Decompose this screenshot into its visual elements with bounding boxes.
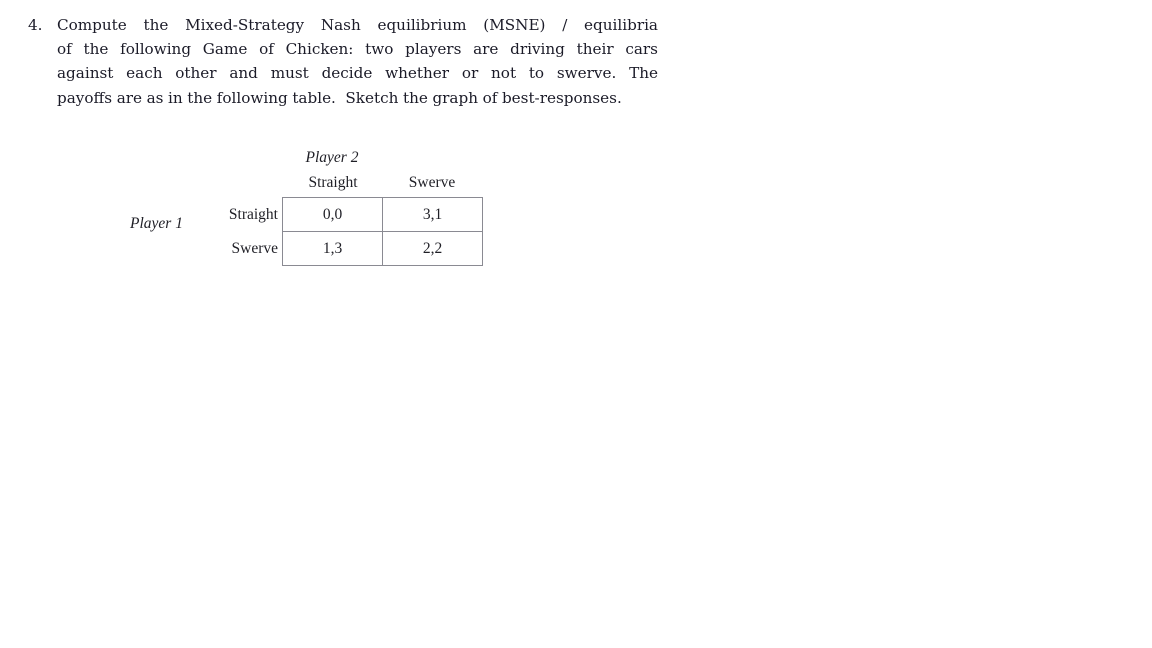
payoff-cell-straight-swerve: 3,1 xyxy=(382,197,483,232)
word: are xyxy=(473,40,499,59)
payoff-cell-swerve-swerve: 2,2 xyxy=(382,231,483,266)
word: and xyxy=(229,64,258,83)
table-row: 1,3 2,2 xyxy=(282,231,483,266)
column-header-straight: Straight xyxy=(308,174,358,191)
word: not xyxy=(491,64,517,83)
column-header-swerve: Swerve xyxy=(408,174,456,191)
word: the xyxy=(83,40,109,59)
word: the xyxy=(187,88,213,107)
word: The xyxy=(629,64,658,83)
question-text-body: Compute the Mixed-Strategy Nash equilibr… xyxy=(57,13,660,110)
payoff-table: 0,0 3,1 1,3 2,2 xyxy=(282,197,483,266)
row-header-straight: Straight xyxy=(228,206,278,223)
word: the xyxy=(402,88,428,107)
word: two xyxy=(365,40,394,59)
question-row: 4. Compute the Mixed-Strategy Nash equil… xyxy=(28,13,660,110)
word: Compute xyxy=(57,16,127,34)
word: Mixed-Strategy xyxy=(185,16,305,34)
word: payoffs xyxy=(57,88,113,107)
word: to xyxy=(528,64,545,83)
payoff-matrix-grid: Player 2 Straight Swerve Player 1 Straig… xyxy=(130,148,490,270)
payoff-cell-straight-straight: 0,0 xyxy=(282,197,383,232)
question-number: 4. xyxy=(28,16,43,34)
word: Game xyxy=(202,40,248,59)
word: of xyxy=(482,88,498,107)
word: as xyxy=(146,88,164,107)
word: are xyxy=(116,88,142,107)
row-player-label: Player 1 xyxy=(130,215,183,232)
word: the xyxy=(143,16,169,34)
question-line-2: of the following Game of Chicken: two pl… xyxy=(57,37,658,61)
word: other xyxy=(175,64,217,83)
word: against xyxy=(57,64,114,83)
word: table. xyxy=(292,88,336,107)
word: or xyxy=(461,64,479,83)
word: (MSNE) xyxy=(483,16,546,34)
word: swerve. xyxy=(556,64,617,83)
question-line-3: against each other and must decide wheth… xyxy=(57,61,658,85)
payoff-cell-swerve-straight: 1,3 xyxy=(282,231,383,266)
question-block: 4. Compute the Mixed-Strategy Nash equil… xyxy=(28,13,660,110)
word: driving xyxy=(510,40,565,59)
word: following xyxy=(216,88,288,107)
word: following xyxy=(120,40,192,59)
word: players xyxy=(405,40,462,59)
row-header-swerve: Swerve xyxy=(231,240,279,257)
word: whether xyxy=(385,64,450,83)
word: Nash xyxy=(320,16,361,34)
word: in xyxy=(168,88,183,107)
word: decide xyxy=(321,64,373,83)
payoff-matrix: Player 2 Straight Swerve Player 1 Straig… xyxy=(130,148,490,270)
word: equilibria xyxy=(584,16,658,34)
word: cars xyxy=(625,40,658,59)
word: must xyxy=(270,64,309,83)
word: of xyxy=(57,40,72,59)
word: Chicken: xyxy=(285,40,354,59)
column-player-label: Player 2 xyxy=(305,149,359,166)
word: each xyxy=(126,64,163,83)
question-line-1: Compute the Mixed-Strategy Nash equilibr… xyxy=(57,13,658,37)
table-row: 0,0 3,1 xyxy=(282,197,483,232)
word: / xyxy=(562,16,568,34)
word: their xyxy=(576,40,614,59)
word: of xyxy=(259,40,274,59)
word: best-responses. xyxy=(501,88,622,107)
question-line-4: payoffs are as in the following table. S… xyxy=(57,86,658,110)
word: Sketch xyxy=(345,88,399,107)
word: equilibrium xyxy=(377,16,467,34)
word: graph xyxy=(432,88,478,107)
